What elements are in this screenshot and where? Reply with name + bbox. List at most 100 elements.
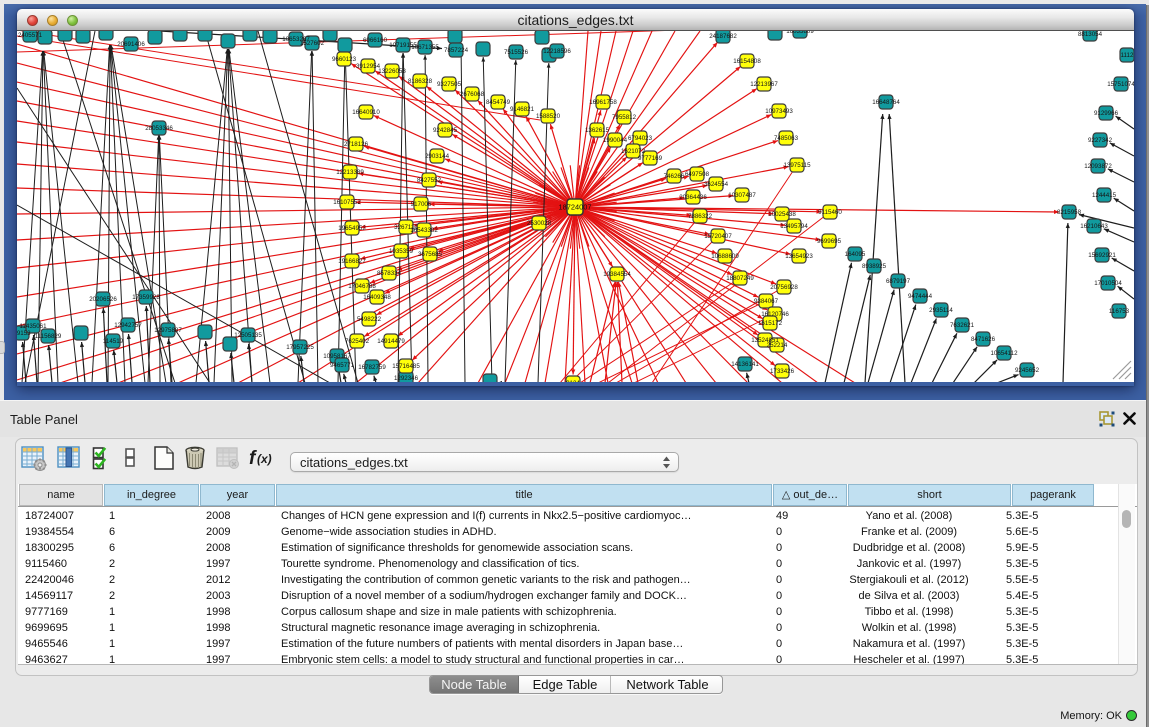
svg-text:7632621: 7632621 — [950, 322, 975, 329]
svg-text:2676068: 2676068 — [460, 91, 485, 98]
svg-text:7515526: 7515526 — [504, 49, 529, 56]
svg-text:9465771: 9465771 — [330, 362, 355, 369]
svg-text:1112: 1112 — [1121, 52, 1134, 59]
svg-text:15751074: 15751074 — [1107, 81, 1134, 88]
svg-text:9474444: 9474444 — [908, 293, 933, 300]
svg-text:114519: 114519 — [103, 338, 124, 345]
svg-text:7886322: 7886322 — [688, 213, 713, 220]
svg-text:5498222: 5498222 — [357, 316, 382, 323]
svg-text:10307487: 10307487 — [728, 192, 756, 199]
svg-text:16640910: 16640910 — [352, 109, 380, 116]
svg-text:16210643: 16210643 — [1080, 223, 1108, 230]
svg-text:6794023: 6794023 — [628, 135, 653, 142]
svg-text:15716485: 15716485 — [392, 363, 420, 370]
svg-text:1935359: 1935359 — [389, 248, 414, 255]
svg-text:18807249: 18807249 — [726, 275, 754, 282]
svg-text:(x): (x) — [257, 452, 272, 466]
svg-text:7857224: 7857224 — [444, 47, 469, 54]
svg-text:19654952: 19654952 — [338, 225, 366, 232]
svg-text:15692921: 15692921 — [1088, 252, 1116, 259]
svg-text:3675685: 3675685 — [418, 251, 443, 258]
svg-text:11156829: 11156829 — [35, 333, 62, 340]
svg-text:16648764: 16648764 — [872, 99, 900, 106]
svg-text:24187682: 24187682 — [709, 33, 737, 40]
svg-text:917006: 917006 — [411, 201, 432, 208]
svg-text:164095: 164095 — [845, 251, 866, 258]
svg-text:6879197: 6879197 — [886, 278, 911, 285]
svg-text:10025438: 10025438 — [768, 211, 796, 218]
svg-text:1621072: 1621072 — [621, 148, 646, 155]
svg-text:2935114: 2935114 — [929, 307, 953, 314]
svg-text:20756928: 20756928 — [770, 284, 798, 291]
svg-text:1362615: 1362615 — [585, 127, 610, 134]
svg-text:7485063: 7485063 — [774, 135, 799, 142]
svg-text:9699695: 9699695 — [817, 238, 842, 245]
svg-text:17359928: 17359928 — [132, 294, 160, 301]
svg-text:10671355: 10671355 — [411, 44, 439, 51]
svg-text:17046788: 17046788 — [348, 283, 376, 290]
svg-text:8938925: 8938925 — [862, 263, 887, 270]
svg-text:9129966: 9129966 — [1094, 110, 1119, 117]
svg-text:13226058: 13226058 — [378, 68, 406, 75]
svg-text:2718126: 2718126 — [344, 141, 369, 148]
svg-text:16120746: 16120746 — [761, 311, 789, 318]
svg-text:1527602: 1527602 — [300, 40, 325, 47]
svg-text:18724007: 18724007 — [559, 203, 592, 212]
svg-text:f: f — [249, 448, 257, 469]
svg-text:7625402: 7625402 — [345, 338, 370, 345]
svg-text:16543382: 16543382 — [410, 227, 438, 234]
svg-text:9384067: 9384067 — [754, 298, 779, 305]
svg-text:7955812: 7955812 — [612, 114, 637, 121]
svg-text:8813054: 8813054 — [1078, 31, 1103, 38]
svg-text:28053346: 28053346 — [145, 125, 173, 132]
svg-text:20691406: 20691406 — [117, 41, 145, 48]
svg-text:3624554: 3624554 — [704, 181, 729, 188]
svg-text:20364436: 20364436 — [679, 194, 707, 201]
svg-text:12218596: 12218596 — [543, 48, 571, 55]
svg-text:12505135: 12505135 — [234, 332, 262, 339]
svg-text:1292346: 1292346 — [394, 375, 419, 382]
svg-text:10958167: 10958167 — [323, 353, 351, 360]
svg-text:8427552: 8427552 — [417, 177, 442, 184]
svg-text:14914479: 14914479 — [377, 338, 405, 345]
svg-text:16107552: 16107552 — [333, 199, 361, 206]
svg-text:19166827: 19166827 — [338, 258, 366, 265]
svg-text:9327505: 9327505 — [437, 81, 462, 88]
svg-text:1615172: 1615172 — [758, 320, 783, 327]
svg-text:39153: 39153 — [17, 330, 31, 337]
svg-text:9245652: 9245652 — [1015, 367, 1040, 374]
svg-text:13654923: 13654923 — [785, 253, 813, 260]
svg-text:8471626: 8471626 — [971, 336, 996, 343]
svg-text:6497508: 6497508 — [685, 171, 710, 178]
svg-text:10973493: 10973493 — [765, 108, 793, 115]
svg-text:11435061: 11435061 — [19, 323, 47, 330]
svg-text:12942757: 12942757 — [114, 322, 142, 329]
svg-text:19384554: 19384554 — [603, 271, 631, 278]
svg-text:16961758: 16961758 — [589, 99, 617, 106]
svg-text:12213389: 12213389 — [336, 169, 364, 176]
svg-text:8215958: 8215958 — [1057, 209, 1082, 216]
svg-text:9124: 9124 — [566, 380, 580, 382]
svg-text:1990044: 1990044 — [603, 137, 628, 144]
svg-text:16782759: 16782759 — [358, 364, 386, 371]
svg-text:6966160: 6966160 — [363, 37, 388, 44]
svg-text:12213967: 12213967 — [750, 81, 778, 88]
svg-text:9227342: 9227342 — [1088, 137, 1113, 144]
svg-text:116753: 116753 — [1109, 308, 1130, 315]
svg-text:10688609: 10688609 — [711, 253, 739, 260]
svg-text:13975115: 13975115 — [783, 162, 811, 169]
svg-text:20206526: 20206526 — [89, 296, 117, 303]
svg-text:14136141: 14136141 — [731, 361, 759, 368]
svg-text:16154808: 16154808 — [733, 58, 761, 65]
svg-text:13495794: 13495794 — [780, 223, 808, 230]
svg-text:9660123: 9660123 — [332, 56, 357, 63]
svg-text:9115460: 9115460 — [818, 209, 842, 216]
svg-text:9146821: 9146821 — [510, 106, 535, 113]
svg-text:12093872: 12093872 — [1084, 163, 1112, 170]
svg-text:1244415: 1244415 — [1092, 192, 1117, 199]
svg-text:2530028: 2530028 — [527, 220, 552, 227]
svg-text:1588520: 1588520 — [536, 113, 561, 120]
svg-text:15720407: 15720407 — [704, 233, 732, 240]
svg-text:2903144: 2903144 — [425, 153, 450, 160]
svg-text:746266: 746266 — [664, 173, 685, 180]
